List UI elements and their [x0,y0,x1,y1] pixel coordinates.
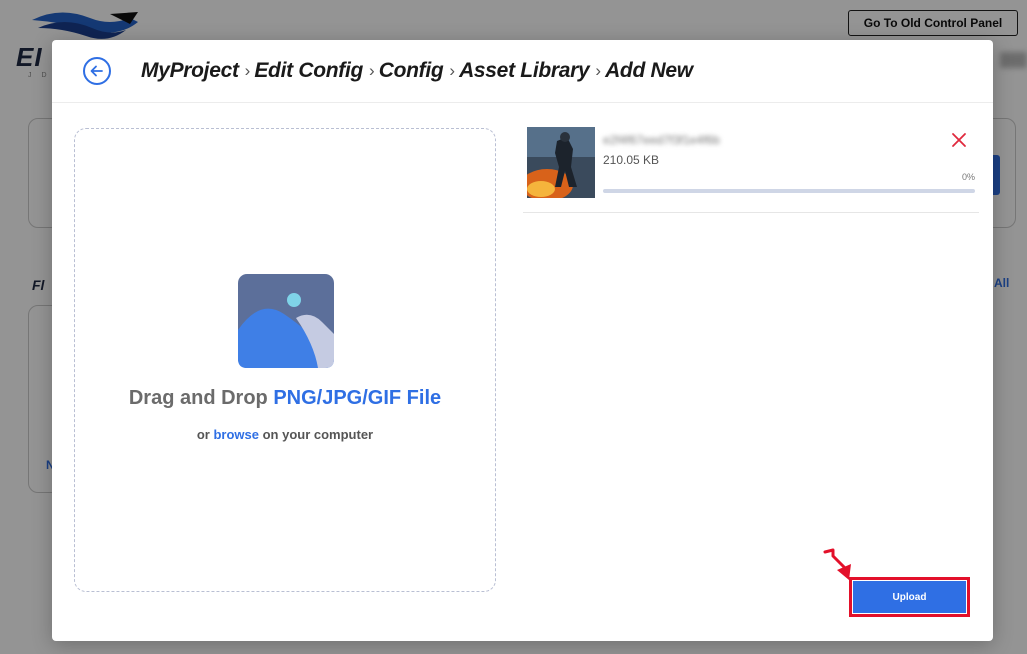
modal-header: MyProject › Edit Config › Config › Asset… [52,40,993,103]
file-drop-zone[interactable]: Drag and Drop PNG/JPG/GIF File or browse… [74,128,496,592]
back-button[interactable] [83,57,111,85]
breadcrumb-config[interactable]: Config [379,59,444,83]
breadcrumb-separator: › [449,61,456,80]
upload-button[interactable]: Upload [849,577,970,617]
breadcrumb: MyProject › Edit Config › Config › Asset… [141,59,693,83]
file-thumbnail [527,127,595,198]
breadcrumb-edit-config[interactable]: Edit Config [254,59,363,83]
add-new-asset-modal: MyProject › Edit Config › Config › Asset… [52,40,993,641]
drop-sub-prefix: or [196,427,214,442]
drop-title-file-types: PNG/JPG/GIF File [273,387,442,409]
annotation-arrow-icon [823,548,851,580]
file-size: 210.05 KB [603,153,660,167]
drop-zone-subtitle: or browse on your computer [75,427,495,442]
breadcrumb-separator: › [595,61,602,80]
browse-link[interactable]: browse [213,427,259,442]
breadcrumb-myproject[interactable]: MyProject [141,59,239,83]
file-name: e2f4f67eed7f3f1e4f6b [603,133,720,147]
drop-title-prefix: Drag and Drop [128,387,274,409]
drop-sub-suffix: on your computer [259,427,374,442]
breadcrumb-separator: › [369,61,375,80]
breadcrumb-asset-library[interactable]: Asset Library [459,59,590,83]
breadcrumb-separator: › [244,61,251,80]
upload-progress-label: 0% [961,172,975,182]
upload-progress-bar [603,189,975,193]
back-arrow-circle-icon [90,65,103,77]
breadcrumb-add-new: Add New [605,59,693,82]
drop-zone-title: Drag and Drop PNG/JPG/GIF File [75,387,495,410]
image-icon [238,274,334,368]
close-x-icon[interactable] [950,131,968,149]
upload-file-item: e2f4f67eed7f3f1e4f6b 210.05 KB 0% [523,122,979,213]
